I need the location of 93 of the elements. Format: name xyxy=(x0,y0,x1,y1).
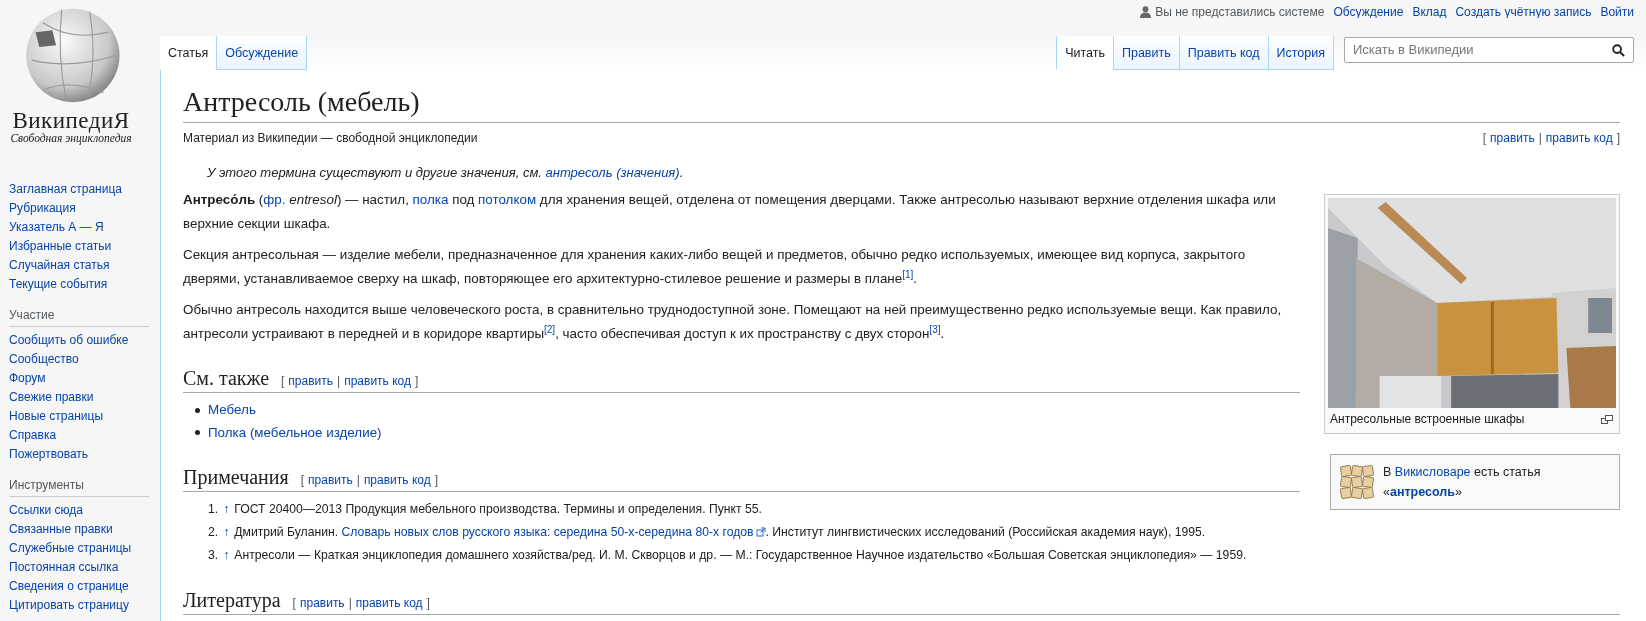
sidebar-link[interactable]: Новые страницы xyxy=(9,407,104,426)
edit-link[interactable]: править xyxy=(288,374,334,388)
section-heading: Примечания xyxy=(183,465,289,491)
backlink[interactable]: ↑ xyxy=(223,544,230,567)
tab[interactable]: История xyxy=(1267,35,1334,70)
tab[interactable]: Править код xyxy=(1178,35,1268,70)
link[interactable]: антресоль (значения) xyxy=(545,165,680,180)
paragraph: Секция антресольная — изделие мебели, предназначенное для хранения каких-либо вещей и предметов, обычно редко используемых, имеющее вид корпуса, закрытого дверями, устанавливаемое сверху на шкаф, повторяющее его архитектурно-стилевое решение и размеры в плане$^{[1]}$. xyxy=(183,246,1247,288)
edit-link[interactable]: править xyxy=(1490,131,1535,145)
tab[interactable]: Читать xyxy=(1056,35,1113,70)
sidebar-link[interactable]: Связанные правки xyxy=(9,520,113,539)
external-link[interactable]: Словарь новых слов русского языка: середина 50-х-середина 80-х годов xyxy=(341,525,766,539)
sidebar-link[interactable]: Избранные статьи xyxy=(9,237,112,256)
link[interactable]: Викисловаре xyxy=(1394,465,1471,479)
edit-link[interactable]: править код xyxy=(355,596,423,610)
bullet-icon xyxy=(195,407,200,413)
edit-link[interactable]: править код xyxy=(363,473,431,487)
link[interactable]: Мебель xyxy=(208,402,256,417)
bracket: ] xyxy=(414,374,419,388)
sidebar-link[interactable]: Ссылки сюда xyxy=(9,501,83,520)
personal-link[interactable]: Войти xyxy=(1600,5,1634,20)
reference-link[interactable]: [3] xyxy=(929,323,941,335)
sidebar-link[interactable]: Указатель А — Я xyxy=(9,218,104,237)
sidebar-link[interactable]: Заглавная страница xyxy=(9,180,122,199)
sidebar-link[interactable]: Сообщить об ошибке xyxy=(9,331,129,350)
search-icon[interactable] xyxy=(1612,43,1625,57)
enlarge-icon[interactable] xyxy=(1601,414,1613,424)
paragraph: Обычно антресоль находится выше человеческого роста, в сравнительно труднодоступной зоне. Помещают на ней преимущественно редко используемые вещи. Как правило, антресоли устраивают в передней и в коридоре квартиры$^{[2]}$, часто обеспечивая доступ к их пространству с двух сторон$^{[3]}$. xyxy=(183,301,1283,343)
paragraph: Антресо́ль (фр. entresol) — настил, полка под потолком для хранения вещей, отделена от помещения дверцами. Также антресолью называют верхние отделения шкафа или верхние секции шкафа. xyxy=(183,191,1277,233)
edit-link[interactable]: править код xyxy=(344,374,411,388)
wordmark[interactable]: ВикипедиЯ xyxy=(12,109,130,132)
bracket: [ xyxy=(281,374,285,388)
link[interactable]: полка xyxy=(412,192,449,207)
bracket: ] xyxy=(426,596,430,610)
search-field[interactable]: Искать в Википедии xyxy=(1344,36,1634,63)
bracket: [ xyxy=(292,596,296,610)
sidebar-link[interactable]: Постоянная ссылка xyxy=(9,558,119,577)
sidebar-link[interactable]: Форум xyxy=(9,369,46,388)
reference-text: ГОСТ 20400—2013 Продукция мебельного производства. Термины и определения. Пункт 55. xyxy=(234,501,762,518)
section-heading: Литература xyxy=(183,588,281,614)
personal-link[interactable]: Вклад xyxy=(1412,5,1447,20)
reference-link[interactable]: [2] xyxy=(544,323,556,335)
sidebar-link[interactable]: Цитировать страницу xyxy=(9,596,129,615)
hatnote: У этого термина существуют и другие значения, см. антресоль (значения). xyxy=(206,165,685,180)
site-subtitle: Материал из Википедии — свободной энциклопедии xyxy=(183,131,478,145)
reference-text: Антресоли — Краткая энциклопедия домашнего хозяйства/ред. И. М. Скворцов и др. — М.: Государственное Научное издательство «Большая Советская энциклопедия» — 1959. xyxy=(234,547,1247,564)
letter-tiles-icon xyxy=(1339,464,1375,500)
bullet-icon xyxy=(195,430,200,436)
link[interactable]: фр. xyxy=(263,192,286,207)
tagline: Свободная энциклопедия xyxy=(10,132,132,144)
note-number: 2. xyxy=(208,524,219,541)
separator: | xyxy=(356,473,360,487)
note-number: 1. xyxy=(208,501,219,518)
reference-text: Дмитрий Буланин. Словарь новых слов русского языка: середина 50-х-середина 80-х годов . Институт лингвистических исследований (Российская академия наук), 1995. xyxy=(234,524,1206,541)
bracket: [ xyxy=(1482,131,1487,145)
link[interactable]: антресоль xyxy=(1389,485,1455,499)
personal-link[interactable]: Создать учётную запись xyxy=(1455,5,1592,20)
external-link-icon xyxy=(755,527,766,537)
sidebar-link[interactable]: Служебные страницы xyxy=(9,539,132,558)
edit-link[interactable]: править xyxy=(299,596,345,610)
bracket: ] xyxy=(434,473,439,487)
link[interactable]: потолком xyxy=(478,192,537,207)
link[interactable]: Полка (мебельное изделие) xyxy=(208,424,382,440)
sidebar-link[interactable]: Свежие правки xyxy=(9,388,94,407)
sidebar-link[interactable]: Текущие события xyxy=(9,275,108,294)
sidebar-link[interactable]: Сообщество xyxy=(9,350,79,369)
tab[interactable]: Править xyxy=(1112,35,1179,70)
separator: | xyxy=(1538,131,1542,145)
bracket: [ xyxy=(300,473,305,487)
personal-link[interactable]: Обсуждение xyxy=(1333,5,1404,20)
login-status: Вы не представились системе xyxy=(1155,5,1325,20)
sidebar-link[interactable]: Справка xyxy=(9,426,57,445)
bracket: ] xyxy=(1616,131,1620,145)
separator: | xyxy=(337,374,341,388)
backlink[interactable]: ↑ xyxy=(223,521,230,544)
backlink[interactable]: ↑ xyxy=(223,498,230,521)
sidebar-link[interactable]: Сведения о странице xyxy=(9,577,129,596)
note-number: 3. xyxy=(208,547,219,564)
sidebar-link[interactable]: Пожертвовать xyxy=(9,445,89,464)
reference-link[interactable]: [1] xyxy=(902,268,914,280)
edit-link[interactable]: править xyxy=(308,473,353,487)
tab[interactable]: Обсуждение xyxy=(216,35,308,70)
sidebar-heading: Участие xyxy=(9,308,149,327)
separator: | xyxy=(348,596,352,610)
sister-project-text: В Викисловаре есть статья «антресоль» xyxy=(1383,464,1542,501)
page-title: Антресоль (мебель) xyxy=(183,83,1620,123)
edit-link[interactable]: править код xyxy=(1545,131,1613,145)
sidebar-link[interactable]: Случайная статья xyxy=(9,256,110,275)
sidebar-link[interactable]: Рубрикация xyxy=(9,199,76,218)
image-caption: Антресольные встроенные шкафы xyxy=(1330,412,1525,426)
user-icon xyxy=(1140,6,1152,19)
section-heading: См. также xyxy=(183,366,269,391)
sidebar-heading: Инструменты xyxy=(9,478,149,497)
